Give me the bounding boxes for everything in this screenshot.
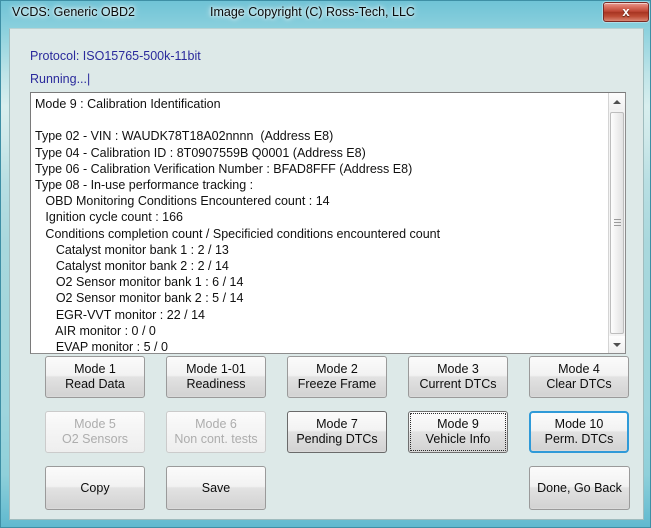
scroll-up-arrow-glyph — [613, 99, 621, 104]
button-line-1: Mode 9 — [437, 417, 479, 431]
close-button[interactable]: x — [603, 2, 649, 22]
save-button[interactable]: Save — [166, 466, 266, 510]
copy-button[interactable]: Copy — [45, 466, 145, 510]
mode-9-vehicle-info-button[interactable]: Mode 9 Vehicle Info — [408, 411, 508, 453]
protocol-label: Protocol: ISO15765-500k-11bit — [30, 49, 201, 63]
button-line-2: Pending DTCs — [296, 432, 378, 446]
output-textbox[interactable]: Mode 9 : Calibration Identification Type… — [30, 92, 626, 354]
mode-2-freeze-frame-button[interactable]: Mode 2 Freeze Frame — [287, 356, 387, 398]
client-area: Protocol: ISO15765-500k-11bit Running...… — [9, 28, 644, 520]
copyright-watermark: Image Copyright (C) Ross-Tech, LLC — [210, 5, 415, 19]
button-label: Save — [201, 480, 231, 495]
button-line-2: Non cont. tests — [174, 432, 258, 446]
button-label: Done, Go Back — [537, 480, 622, 495]
scrollbar-thumb[interactable] — [610, 112, 624, 334]
scroll-up-arrow-icon[interactable] — [609, 93, 625, 110]
mode-1-01-readiness-button[interactable]: Mode 1-01 Readiness — [166, 356, 266, 398]
button-line-1: Mode 10 — [554, 417, 604, 431]
output-text: Mode 9 : Calibration Identification Type… — [35, 97, 441, 354]
button-line-2: Readiness — [186, 377, 246, 391]
mode-1-read-data-button[interactable]: Mode 1 Read Data — [45, 356, 145, 398]
done-go-back-button[interactable]: Done, Go Back — [529, 466, 630, 510]
button-line-2: Clear DTCs — [546, 377, 612, 391]
button-line-1: Mode 3 — [437, 362, 479, 376]
mode-5-o2-sensors-button: Mode 5 O2 Sensors — [45, 411, 145, 453]
vcds-window: VCDS: Generic OBD2 Image Copyright (C) R… — [0, 0, 651, 528]
scroll-thumb-grip-icon — [614, 219, 621, 227]
button-line-2: Read Data — [65, 377, 125, 391]
button-line-1: Mode 7 — [316, 417, 358, 431]
mode-10-perm-dtcs-button[interactable]: Mode 10 Perm. DTCs — [529, 411, 629, 453]
status-label: Running...| — [30, 72, 91, 86]
button-line-1: Mode 1-01 — [186, 362, 246, 376]
close-icon: x — [622, 4, 630, 19]
button-label: Copy — [80, 480, 110, 495]
scroll-down-arrow-glyph — [613, 342, 621, 347]
title-bar: VCDS: Generic OBD2 Image Copyright (C) R… — [1, 1, 650, 27]
mode-3-current-dtcs-button[interactable]: Mode 3 Current DTCs — [408, 356, 508, 398]
button-line-1: Mode 1 — [74, 362, 116, 376]
mode-6-non-cont-tests-button: Mode 6 Non cont. tests — [166, 411, 266, 453]
mode-7-pending-dtcs-button[interactable]: Mode 7 Pending DTCs — [287, 411, 387, 453]
button-line-2: Freeze Frame — [297, 377, 377, 391]
button-line-2: Vehicle Info — [425, 432, 491, 446]
button-line-1: Mode 5 — [74, 417, 116, 431]
button-line-2: Current DTCs — [419, 377, 497, 391]
button-line-2: Perm. DTCs — [544, 432, 614, 446]
mode-4-clear-dtcs-button[interactable]: Mode 4 Clear DTCs — [529, 356, 629, 398]
button-line-1: Mode 6 — [195, 417, 237, 431]
scroll-down-arrow-icon[interactable] — [609, 336, 625, 353]
button-line-2: O2 Sensors — [61, 432, 128, 446]
output-scrollbar[interactable] — [608, 93, 625, 353]
window-title: VCDS: Generic OBD2 — [12, 5, 135, 19]
button-line-1: Mode 2 — [316, 362, 358, 376]
button-line-1: Mode 4 — [558, 362, 600, 376]
